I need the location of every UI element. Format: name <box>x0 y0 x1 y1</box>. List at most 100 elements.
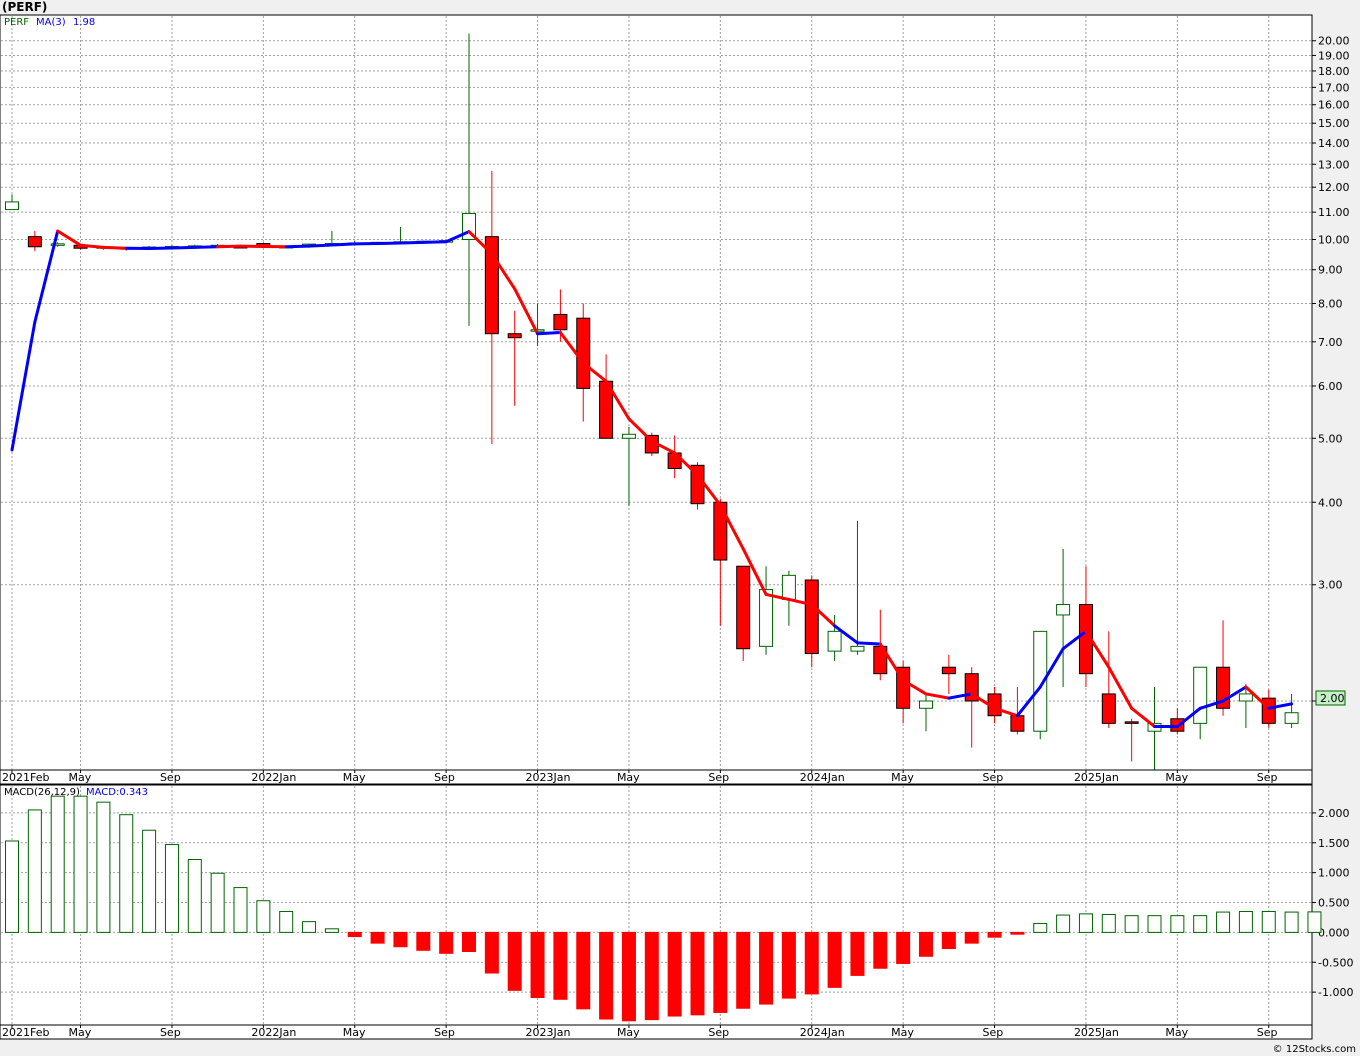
ma3-segment <box>79 243 105 249</box>
macd-bar <box>27 809 42 933</box>
candle-body <box>759 589 774 647</box>
date-label: May <box>1165 771 1188 784</box>
candle-body <box>553 313 568 331</box>
macd-bar <box>507 931 522 991</box>
macd-bar <box>484 931 499 974</box>
candle-body <box>1284 712 1299 724</box>
legend-ma-label: MA(3) <box>36 17 66 28</box>
ma3-segment <box>330 242 357 247</box>
date-label: May <box>343 1026 366 1039</box>
macd-bar <box>553 931 568 1000</box>
candle-body <box>941 666 956 675</box>
candle-body <box>507 333 522 339</box>
footer-credit: © 12Stocks.com <box>1272 1044 1356 1055</box>
chart-canvas: 2.00 3.00 4.00 5.00 6.00 7.00 8.00 9.00 10.00 11.… <box>0 14 1353 1040</box>
macd-bar <box>919 931 933 957</box>
price-tick-label: 12.00 <box>1318 181 1350 194</box>
macd-bar <box>119 814 134 933</box>
ma3-segment <box>216 244 242 249</box>
price-axis: 2.00 3.00 4.00 5.00 6.00 7.00 8.00 9.00 10.00 11.… <box>1312 35 1350 708</box>
date-label: Sep <box>160 1026 181 1039</box>
date-label: 2025Jan <box>1074 771 1119 784</box>
date-label: Sep <box>983 1026 1004 1039</box>
macd-bar <box>804 931 819 995</box>
macd-bar <box>736 931 751 1009</box>
macd-bar <box>1284 911 1299 933</box>
price-tick-label: 15.00 <box>1318 117 1350 130</box>
date-label: 2025Jan <box>1074 1026 1119 1039</box>
macd-tick-label: -0.500 <box>1318 956 1353 969</box>
macd-tick-label: 1.500 <box>1318 837 1350 850</box>
macd-bar <box>187 859 202 933</box>
candle-body <box>621 433 636 439</box>
ma3-segment <box>536 331 562 336</box>
date-label: Sep <box>434 1026 455 1039</box>
macd-tick-label: 0.500 <box>1318 897 1350 910</box>
macd-bar <box>96 801 111 933</box>
candle-body <box>827 630 842 652</box>
price-tick-label: 16.00 <box>1318 99 1350 112</box>
legend-symbol: PERF <box>4 17 29 28</box>
last-price-tag: 2.00 <box>1315 690 1346 706</box>
last-price-label: 2.00 <box>1320 692 1345 705</box>
macd-bar <box>324 928 339 933</box>
date-label: May <box>69 771 92 784</box>
macd-bar <box>987 931 1002 938</box>
candle-body <box>1101 693 1116 724</box>
macd-bar <box>827 931 842 988</box>
macd-bar <box>873 931 888 969</box>
date-label: 2024Jan <box>800 771 845 784</box>
legend-ma-value: 1.98 <box>73 17 95 28</box>
candle-body <box>1124 721 1139 724</box>
candle-body <box>1238 693 1253 702</box>
candle-body <box>5 201 19 211</box>
date-label: Sep <box>983 771 1004 784</box>
date-label: 2022Jan <box>251 771 296 784</box>
macd-bar <box>896 931 911 964</box>
macd-bar <box>621 931 636 1022</box>
macd-bar <box>1124 915 1139 933</box>
price-tick-label: 3.00 <box>1318 579 1343 592</box>
macd-bar <box>1010 931 1025 935</box>
macd-bar <box>256 900 271 933</box>
macd-tick-label: 0.000 <box>1318 926 1350 939</box>
date-label: May <box>343 771 366 784</box>
price-tick-label: 13.00 <box>1318 158 1350 171</box>
price-tick-label: 9.00 <box>1318 264 1343 277</box>
macd-bar <box>1193 915 1208 933</box>
ma3-segment <box>398 240 425 245</box>
macd-bar <box>964 931 979 944</box>
candle-body <box>850 645 865 652</box>
macd-bar <box>416 931 431 951</box>
ma3-segment <box>376 241 402 246</box>
macd-tick-label: 1.000 <box>1318 867 1350 880</box>
date-label: May <box>891 1026 914 1039</box>
date-label: 2024Jan <box>800 1026 845 1039</box>
price-tick-label: 10.00 <box>1318 234 1350 247</box>
price-tick-label: 5.00 <box>1318 432 1343 445</box>
date-label: Sep <box>1257 771 1278 784</box>
price-tick-label: 17.00 <box>1318 81 1350 94</box>
candle-body <box>1261 697 1276 724</box>
price-tick-label: 8.00 <box>1318 297 1343 310</box>
ma3-segment <box>284 244 311 249</box>
price-tick-label: 4.00 <box>1318 496 1343 509</box>
price-tick-label: 18.00 <box>1318 65 1350 78</box>
macd-bar <box>1101 913 1116 933</box>
macd-bar <box>1170 915 1185 933</box>
price-panel <box>0 14 1313 771</box>
macd-bar <box>1033 922 1048 933</box>
price-tick-label: 11.00 <box>1318 206 1350 219</box>
date-label: Sep <box>434 771 455 784</box>
candle-body <box>919 700 933 709</box>
candle-body <box>27 236 42 248</box>
macd-bar <box>1216 911 1231 933</box>
macd-bar <box>713 931 728 1013</box>
candle-body <box>781 574 796 600</box>
date-label: 2021Feb <box>2 771 49 784</box>
macd-bar <box>50 795 65 933</box>
macd-bar <box>576 931 591 1010</box>
price-tick-label: 6.00 <box>1318 380 1343 393</box>
ma3-segment <box>307 243 334 248</box>
macd-bar <box>530 931 545 999</box>
